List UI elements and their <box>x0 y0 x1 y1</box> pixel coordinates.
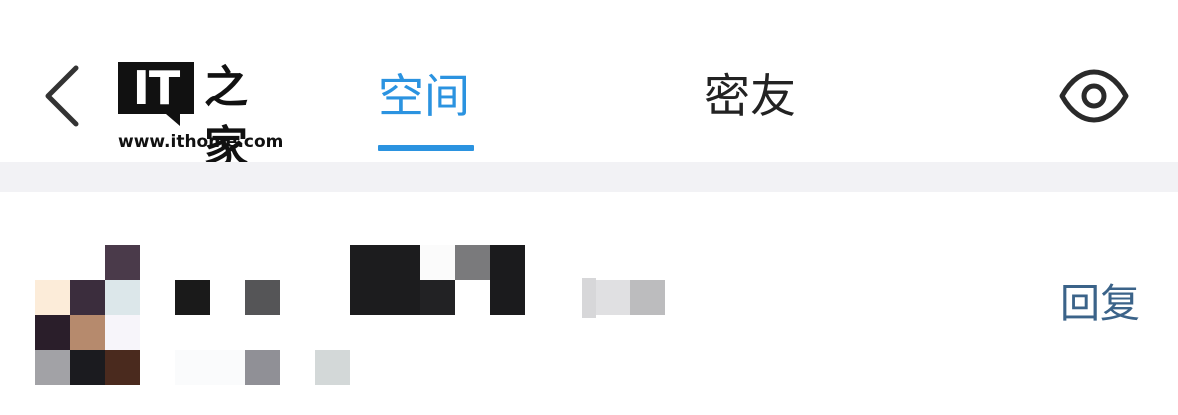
username-pixel <box>582 278 596 318</box>
username-pixel <box>455 245 490 280</box>
eye-icon <box>1059 69 1129 123</box>
username-pixel <box>490 245 525 315</box>
avatar-pixel <box>105 315 140 350</box>
section-divider <box>0 162 1178 192</box>
logo-it-mark: IT <box>118 62 194 114</box>
top-nav-bar: IT 之家 www.ithome.com 空间 密友 <box>0 0 1178 173</box>
username-pixel <box>595 280 630 315</box>
username-pixel <box>350 245 420 315</box>
chevron-left-icon <box>45 65 79 127</box>
page: IT 之家 www.ithome.com 空间 密友 回复 <box>0 0 1178 415</box>
avatar-pixel <box>35 280 70 315</box>
reply-button[interactable]: 回复 <box>1060 280 1140 328</box>
username-pixel <box>315 350 350 385</box>
avatar-pixel <box>70 280 105 315</box>
ithome-logo: IT 之家 www.ithome.com <box>112 58 284 173</box>
tab-space[interactable]: 空间 <box>378 64 470 128</box>
avatar-pixel <box>35 315 70 350</box>
avatar-pixel <box>105 280 140 315</box>
logo-tail <box>166 114 180 126</box>
username-pixel <box>630 280 665 315</box>
username-pixel <box>420 280 455 315</box>
username-pixel <box>245 280 280 315</box>
username-pixel <box>175 350 245 385</box>
username-pixel <box>175 280 210 315</box>
tab-close-friends[interactable]: 密友 <box>704 64 796 128</box>
visibility-button[interactable] <box>1058 68 1130 124</box>
username-pixel <box>245 350 280 385</box>
avatar-pixel <box>70 315 105 350</box>
avatar-pixel <box>70 350 105 385</box>
username-pixel <box>420 245 455 280</box>
avatar-pixel <box>105 245 140 280</box>
logo-url: www.ithome.com <box>118 132 284 152</box>
avatar-pixel <box>105 350 140 385</box>
active-tab-indicator <box>378 145 474 151</box>
avatar-pixel <box>35 350 70 385</box>
logo-zhijia-mark: 之家 <box>204 62 248 173</box>
back-button[interactable] <box>36 60 92 132</box>
